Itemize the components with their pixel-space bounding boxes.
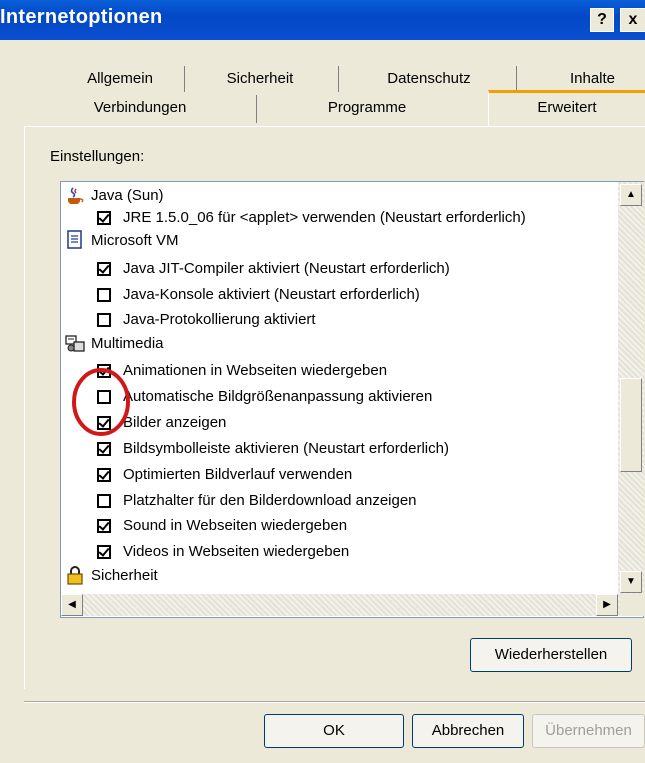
- setting-label: JRE 1.5.0_06 für <applet> verwenden (Neu…: [123, 209, 526, 226]
- group-label-sicherheit: Sicherheit: [91, 567, 158, 584]
- multimedia-icon: [65, 333, 85, 353]
- setting-label: Optimierten Bildverlauf verwenden: [123, 466, 353, 483]
- scroll-left-arrow-icon[interactable]: ◀: [61, 594, 83, 616]
- vertical-scrollbar[interactable]: ▲ ▼: [618, 182, 644, 616]
- apply-button[interactable]: Übernehmen: [532, 714, 645, 748]
- setting-label: Java-Konsole aktiviert (Neustart erforde…: [123, 286, 420, 303]
- group-label-java-sun: Java (Sun): [91, 187, 164, 204]
- tab-programme[interactable]: Programme: [262, 95, 472, 123]
- tab-erweitert[interactable]: Erweitert: [488, 90, 645, 127]
- scrollbar-corner: [620, 594, 644, 616]
- scroll-down-arrow-icon[interactable]: ▼: [620, 571, 642, 593]
- checkbox-jre[interactable]: [97, 211, 111, 225]
- setting-label: Bildsymbolleiste aktivieren (Neustart er…: [123, 440, 449, 457]
- tab-divider: [516, 66, 517, 92]
- checkbox-java-logging[interactable]: [97, 313, 111, 327]
- setting-label: Automatische Bildgrößenanpassung aktivie…: [123, 388, 433, 405]
- settings-label: Einstellungen:: [50, 148, 145, 165]
- setting-label: Videos in Webseiten wiedergeben: [123, 543, 350, 560]
- checkbox-videos[interactable]: [97, 545, 111, 559]
- settings-list[interactable]: Java (Sun) JRE 1.5.0_06 für <applet> ver…: [60, 181, 644, 618]
- checkbox-placeholders[interactable]: [97, 494, 111, 508]
- title-bar: Internetoptionen ? x: [0, 0, 645, 40]
- help-button[interactable]: ?: [590, 8, 614, 32]
- group-label-microsoft-vm: Microsoft VM: [91, 232, 179, 249]
- cancel-button[interactable]: Abbrechen: [412, 714, 524, 748]
- checkbox-sounds[interactable]: [97, 519, 111, 533]
- lock-icon: [65, 565, 85, 585]
- tab-verbindungen[interactable]: Verbindungen: [40, 95, 240, 123]
- checkbox-image-toolbar[interactable]: [97, 442, 111, 456]
- highlight-circle: [72, 368, 130, 436]
- tab-divider: [256, 95, 257, 123]
- tab-sicherheit[interactable]: Sicherheit: [190, 66, 330, 94]
- horizontal-scrollbar[interactable]: ◀ ▶: [61, 594, 618, 616]
- group-label-multimedia: Multimedia: [91, 335, 164, 352]
- document-icon: [65, 230, 85, 250]
- restore-defaults-button[interactable]: Wiederherstellen: [470, 638, 632, 672]
- setting-label: Sound in Webseiten wiedergeben: [123, 517, 348, 534]
- scroll-right-arrow-icon[interactable]: ▶: [596, 594, 618, 616]
- close-button[interactable]: x: [620, 8, 645, 32]
- ok-button[interactable]: OK: [264, 714, 404, 748]
- checkbox-smart-dithering[interactable]: [97, 468, 111, 482]
- scroll-up-arrow-icon[interactable]: ▲: [620, 184, 642, 206]
- checkbox-java-console[interactable]: [97, 288, 111, 302]
- setting-label: Bilder anzeigen: [123, 414, 227, 431]
- setting-label: Animationen in Webseiten wiedergeben: [123, 362, 388, 379]
- setting-label: Platzhalter für den Bilderdownload anzei…: [123, 492, 417, 509]
- setting-label: Java JIT-Compiler aktiviert (Neustart er…: [123, 260, 450, 277]
- java-cup-icon: [65, 186, 85, 206]
- footer-divider: [24, 701, 645, 703]
- tab-divider: [184, 66, 185, 92]
- setting-label: Java-Protokollierung aktiviert: [123, 311, 316, 328]
- tab-allgemein[interactable]: Allgemein: [60, 66, 180, 94]
- window-title: Internetoptionen: [0, 6, 163, 28]
- checkbox-jit[interactable]: [97, 262, 111, 276]
- scroll-thumb[interactable]: [620, 378, 642, 472]
- tab-divider: [338, 66, 339, 92]
